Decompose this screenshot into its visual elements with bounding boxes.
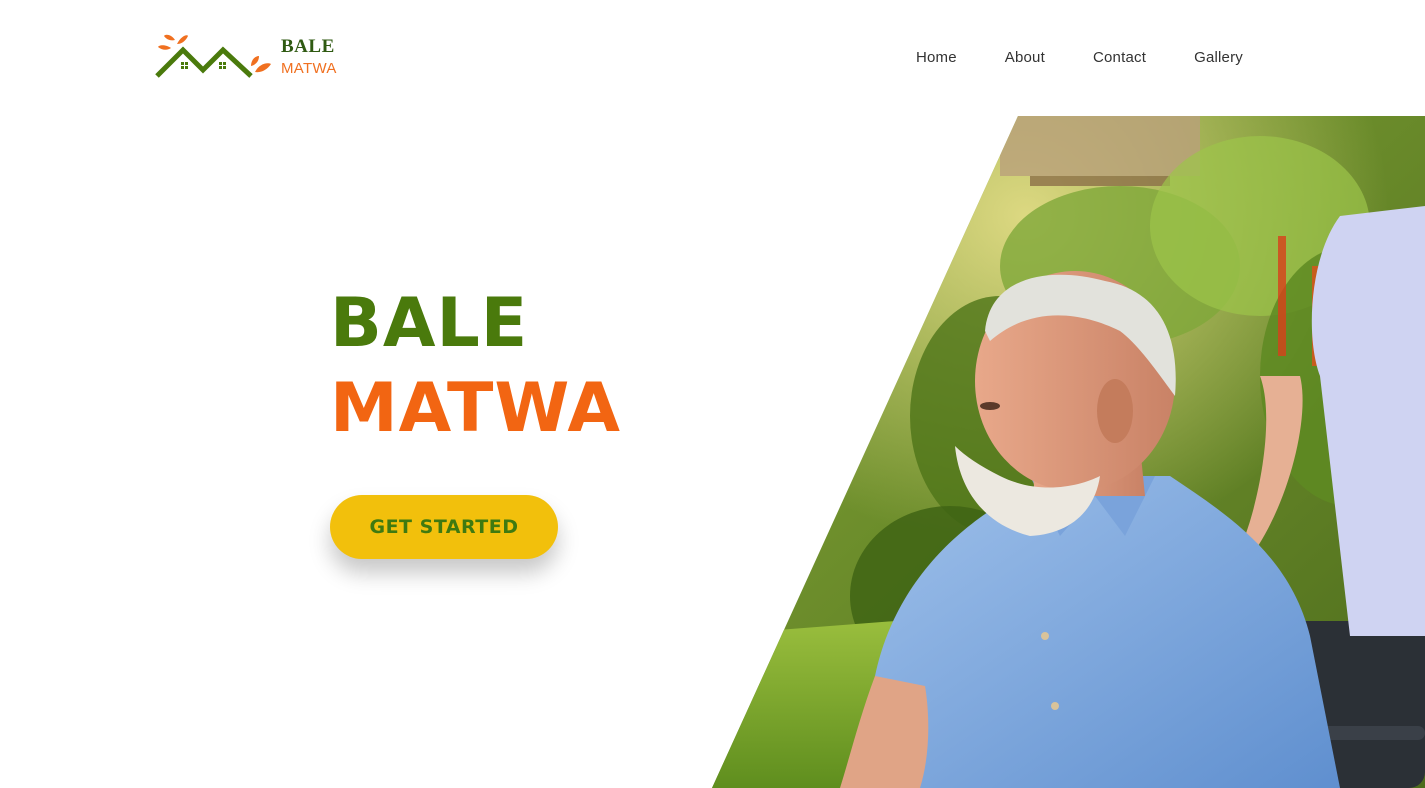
- page: BALE MATWA Home About Contact Gallery BA…: [0, 0, 1425, 788]
- logo-icon: [155, 34, 271, 78]
- nav-home-link[interactable]: Home: [916, 48, 957, 68]
- hero-photo: [712, 116, 1425, 788]
- nav-about-link[interactable]: About: [1005, 48, 1045, 68]
- nav-gallery-link[interactable]: Gallery: [1194, 48, 1243, 68]
- site-logo[interactable]: BALE MATWA: [155, 32, 355, 82]
- site-header: BALE MATWA Home About Contact Gallery: [0, 0, 1425, 116]
- hero-title-bale: BALE: [330, 284, 529, 363]
- logo-text-matwa: MATWA: [281, 60, 337, 77]
- hero-title-matwa: MATWA: [330, 369, 621, 448]
- main-nav: Home About Contact Gallery: [868, 48, 1243, 68]
- logo-text-bale: BALE: [281, 36, 335, 57]
- nav-contact-link[interactable]: Contact: [1093, 48, 1146, 68]
- get-started-button[interactable]: GET STARTED: [330, 495, 558, 559]
